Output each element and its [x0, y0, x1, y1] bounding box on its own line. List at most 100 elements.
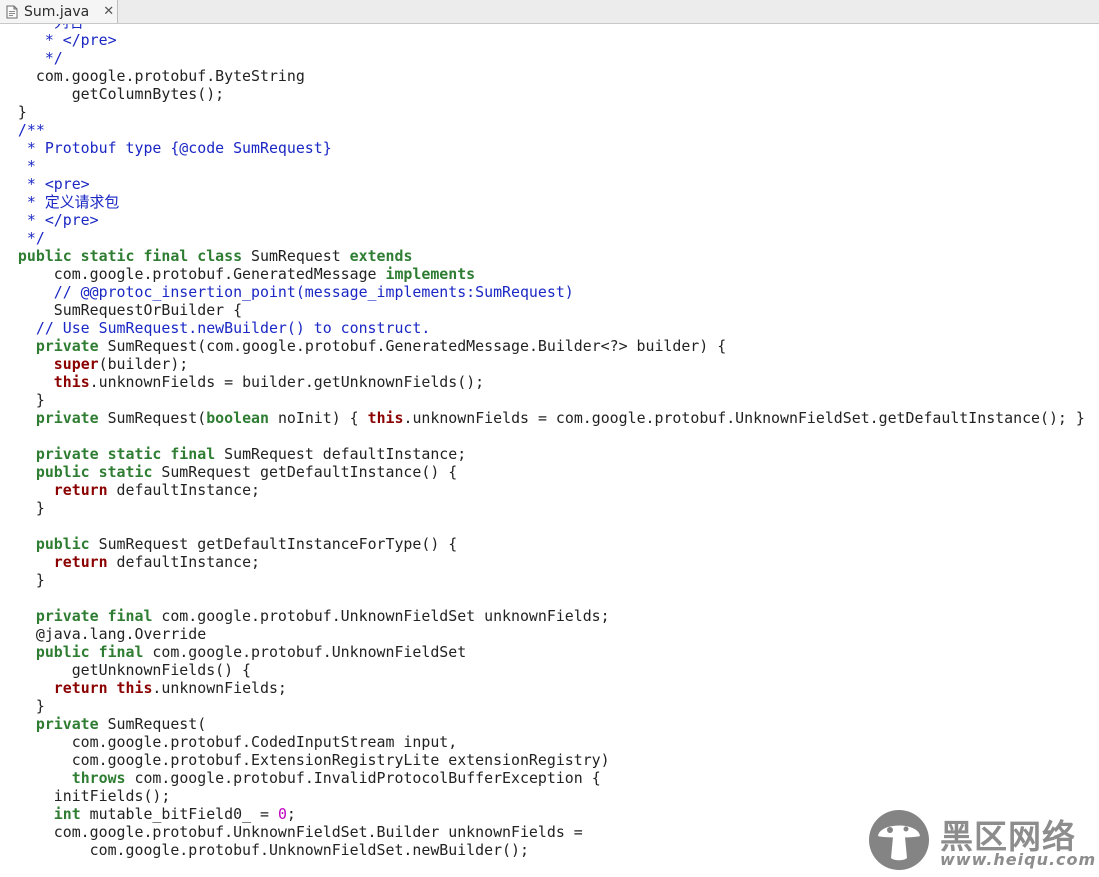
code-token: * <pre> — [0, 175, 90, 193]
code-line: * <pre> — [0, 175, 1085, 193]
code-line: private static final SumRequest defaultI… — [0, 445, 1085, 463]
code-token: implements — [385, 265, 476, 283]
code-token: this — [367, 409, 404, 427]
code-text[interactable]: *列名 * </pre> */ com.google.protobuf.Byte… — [0, 24, 1085, 859]
code-line: SumRequestOrBuilder { — [0, 301, 1085, 319]
code-token: noInit) { — [268, 409, 368, 427]
code-token: public — [0, 535, 90, 553]
code-line: } — [0, 103, 1085, 121]
code-line: private final com.google.protobuf.Unknow… — [0, 607, 1085, 625]
code-line: getColumnBytes(); — [0, 85, 1085, 103]
code-line: initFields(); — [0, 787, 1085, 805]
code-token: * </pre> — [0, 211, 99, 229]
code-token: */ — [0, 229, 45, 247]
code-token: private — [0, 409, 99, 427]
mushroom-logo-icon — [869, 810, 929, 870]
code-token: throws — [71, 769, 126, 787]
watermark-url: www.heiqu.com — [940, 850, 1097, 869]
code-line: getUnknownFields() { — [0, 661, 1085, 679]
code-token: *列名 — [0, 24, 84, 31]
code-token: .unknownFields = builder.getUnknownField… — [89, 373, 485, 391]
code-token: // @@protoc_insertion_point(message_impl… — [0, 283, 574, 301]
code-line: return defaultInstance; — [0, 553, 1085, 571]
code-line: /** — [0, 121, 1085, 139]
code-token: public static — [0, 463, 153, 481]
code-token: /** — [0, 121, 45, 139]
code-token: } — [0, 571, 45, 589]
code-token: } — [0, 391, 45, 409]
code-token: defaultInstance; — [107, 481, 260, 499]
code-line: return defaultInstance; — [0, 481, 1085, 499]
code-line: } — [0, 499, 1085, 517]
code-token: return — [53, 481, 108, 499]
java-file-icon — [6, 5, 18, 19]
code-token: return — [53, 553, 108, 571]
code-token: com.google.protobuf.InvalidProtocolBuffe… — [125, 769, 601, 787]
code-token: } — [0, 697, 45, 715]
code-token: } — [0, 499, 45, 517]
code-token: boolean — [206, 409, 269, 427]
code-token: com.google.protobuf.UnknownFieldSet unkn… — [152, 607, 610, 625]
code-token: getUnknownFields() { — [0, 661, 252, 679]
code-line: * </pre> — [0, 31, 1085, 49]
close-tab-icon[interactable]: ✕ — [103, 4, 114, 19]
code-line: com.google.protobuf.CodedInputStream inp… — [0, 733, 1085, 751]
code-editor[interactable]: *列名 * </pre> */ com.google.protobuf.Byte… — [0, 24, 1099, 877]
code-token: getColumnBytes(); — [0, 85, 225, 103]
code-line: private SumRequest(com.google.protobuf.G… — [0, 337, 1085, 355]
code-token: SumRequest — [242, 247, 350, 265]
code-token: super — [53, 355, 99, 373]
code-token: initFields(); — [0, 787, 171, 805]
code-token: @java.lang.Override — [0, 625, 207, 643]
code-token: defaultInstance; — [107, 553, 260, 571]
code-token: private final — [0, 607, 153, 625]
code-token: mutable_bitField0_ = — [80, 805, 278, 823]
code-token: * </pre> — [0, 31, 117, 49]
code-token: SumRequest( — [98, 409, 207, 427]
code-line: * </pre> — [0, 211, 1085, 229]
code-token: com.google.protobuf.UnknownFieldSet.Buil… — [0, 823, 583, 841]
code-token: com.google.protobuf.ExtensionRegistryLit… — [0, 751, 610, 769]
code-token: .unknownFields; — [152, 679, 287, 697]
code-line: * 定义请求包 — [0, 193, 1085, 211]
code-token: */ — [0, 49, 63, 67]
code-token: com.google.protobuf.GeneratedMessage — [0, 265, 386, 283]
code-line: public final com.google.protobuf.Unknown… — [0, 643, 1085, 661]
code-line: com.google.protobuf.GeneratedMessage imp… — [0, 265, 1085, 283]
code-token: private static final — [0, 445, 216, 463]
code-token: 0 — [277, 805, 287, 823]
tab-sum-java[interactable]: Sum.java ✕ — [0, 0, 118, 23]
code-line: // @@protoc_insertion_point(message_impl… — [0, 283, 1085, 301]
code-token: (builder); — [98, 355, 189, 373]
code-token: .unknownFields = com.google.protobuf.Unk… — [403, 409, 1085, 427]
code-token: com.google.protobuf.ByteString — [0, 67, 305, 85]
code-token: com.google.protobuf.UnknownFieldSet.newB… — [0, 841, 529, 859]
code-line: com.google.protobuf.ByteString — [0, 67, 1085, 85]
code-token: ; — [286, 805, 296, 823]
code-token: * 定义请求包 — [0, 193, 120, 211]
code-line: @java.lang.Override — [0, 625, 1085, 643]
code-line: */ — [0, 229, 1085, 247]
code-line: *列名 — [0, 24, 1085, 31]
code-token: SumRequest defaultInstance; — [215, 445, 467, 463]
code-line: public static final class SumRequest ext… — [0, 247, 1085, 265]
code-line: */ — [0, 49, 1085, 67]
code-token: * — [0, 157, 36, 175]
code-line: private SumRequest( — [0, 715, 1085, 733]
code-line: } — [0, 391, 1085, 409]
code-token: SumRequest(com.google.protobuf.Generated… — [98, 337, 727, 355]
code-token: SumRequest( — [98, 715, 207, 733]
editor-tab-bar: Sum.java ✕ — [0, 0, 1099, 24]
code-line: this.unknownFields = builder.getUnknownF… — [0, 373, 1085, 391]
site-watermark: 黑区网络 www.heiqu.com — [862, 806, 1095, 872]
